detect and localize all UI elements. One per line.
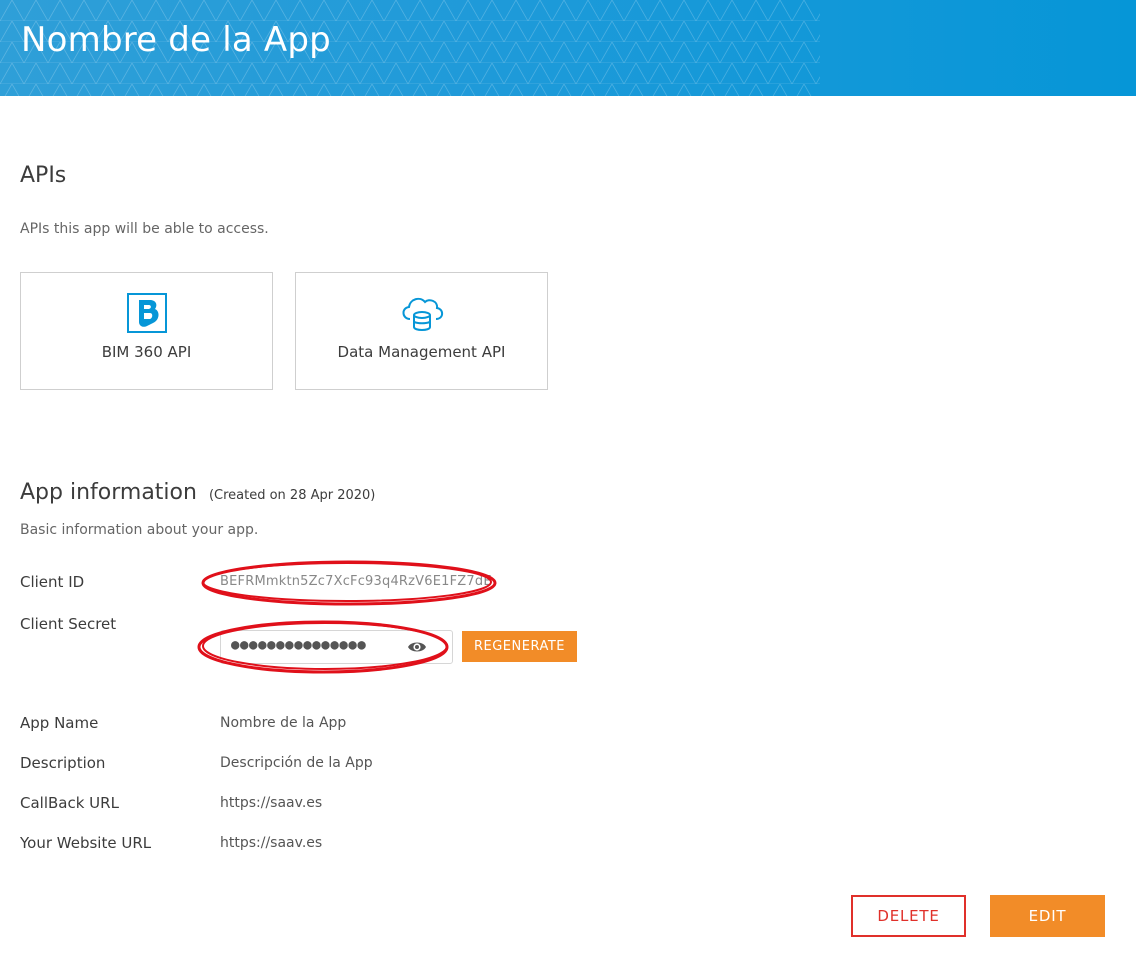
description-value: Descripción de la App <box>220 755 373 771</box>
client-id-value: BEFRMmktn5Zc7XcFc93q4RzV6E1FZ7dE <box>220 574 492 589</box>
client-secret-label: Client Secret <box>20 615 117 633</box>
eye-icon[interactable] <box>407 639 427 658</box>
created-date: (Created on 28 Apr 2020) <box>208 488 376 503</box>
delete-button[interactable]: DELETE <box>851 895 966 937</box>
api-card-label: Data Management API <box>337 343 506 361</box>
api-card-label: BIM 360 API <box>101 343 192 361</box>
app-name-value: Nombre de la App <box>220 715 347 731</box>
website-url-value: https://saav.es <box>220 835 323 851</box>
description-label: Description <box>20 754 106 772</box>
apis-title: APIs <box>20 163 67 188</box>
page-title: Nombre de la App <box>21 20 331 60</box>
callback-url-value: https://saav.es <box>220 795 323 811</box>
client-secret-masked: ●●●●●●●●●●●●●●● <box>231 637 367 653</box>
app-info-title-text: App information <box>20 480 197 505</box>
app-info-title: App information (Created on 28 Apr 2020) <box>20 480 375 505</box>
bim360-icon <box>126 293 167 337</box>
cloud-database-icon <box>398 293 446 337</box>
callback-url-label: CallBack URL <box>20 794 119 812</box>
apis-subtitle: APIs this app will be able to access. <box>20 221 269 237</box>
api-card-bim360[interactable]: BIM 360 API <box>20 272 273 390</box>
regenerate-button[interactable]: REGENERATE <box>462 631 577 662</box>
app-info-subtitle: Basic information about your app. <box>20 522 259 538</box>
client-id-label: Client ID <box>20 573 85 591</box>
app-name-label: App Name <box>20 714 99 732</box>
client-secret-field[interactable]: ●●●●●●●●●●●●●●● <box>220 630 453 664</box>
edit-button[interactable]: EDIT <box>990 895 1105 937</box>
api-card-data-management[interactable]: Data Management API <box>295 272 548 390</box>
website-url-label: Your Website URL <box>20 834 152 852</box>
app-header: Nombre de la App <box>0 0 1136 96</box>
